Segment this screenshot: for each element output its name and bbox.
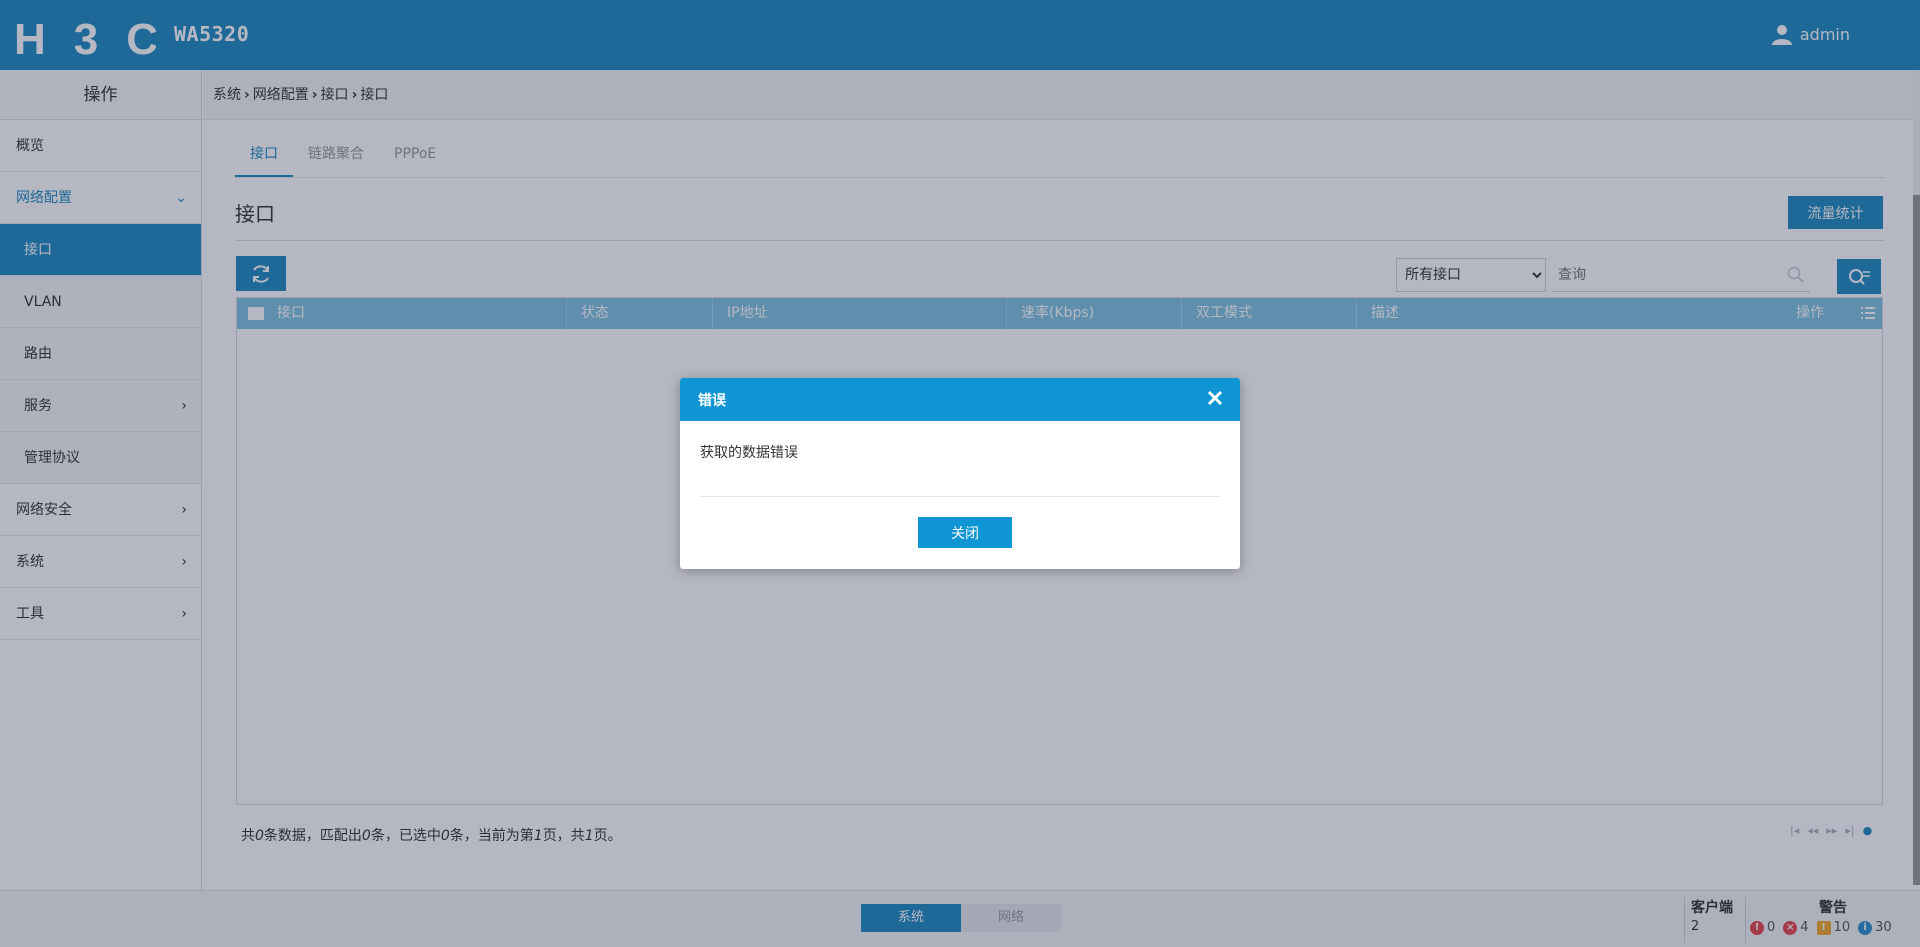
error-dialog: 错误 获取的数据错误 关闭 bbox=[680, 378, 1240, 569]
dialog-header: 错误 bbox=[680, 378, 1240, 421]
dialog-title: 错误 bbox=[698, 393, 726, 409]
close-button[interactable]: 关闭 bbox=[918, 517, 1012, 548]
divider bbox=[700, 496, 1220, 497]
dialog-message: 获取的数据错误 bbox=[700, 445, 798, 461]
close-icon[interactable] bbox=[1204, 387, 1226, 409]
